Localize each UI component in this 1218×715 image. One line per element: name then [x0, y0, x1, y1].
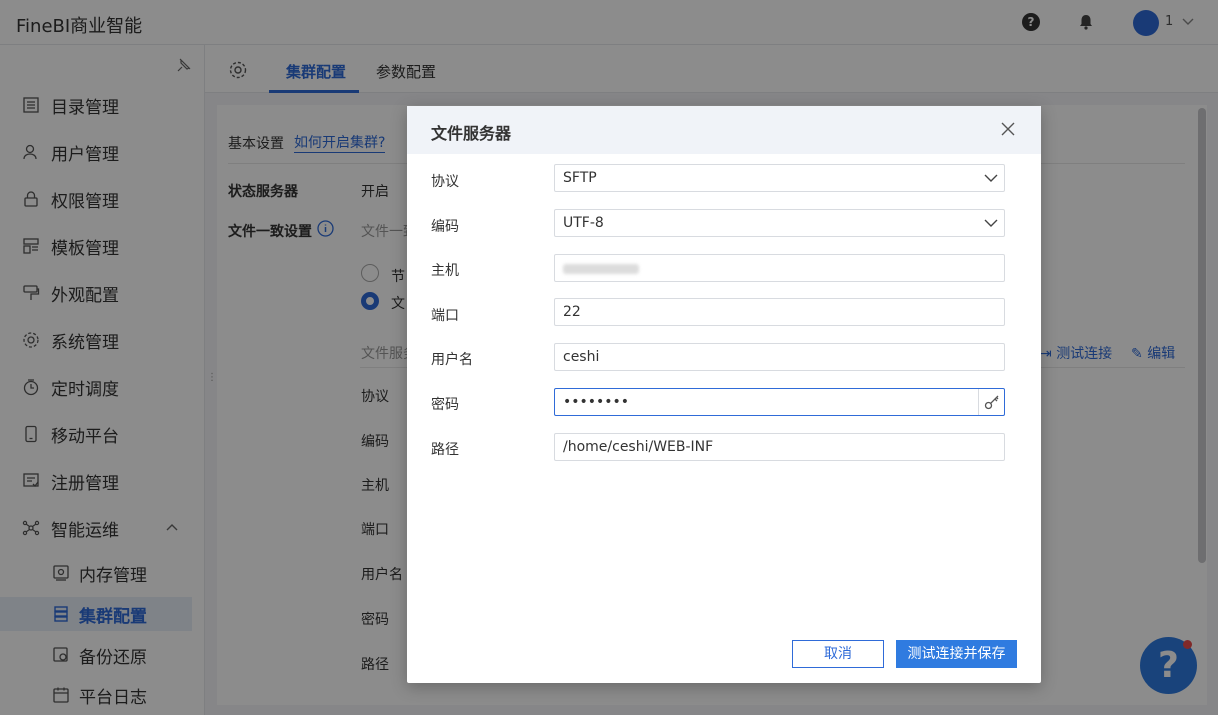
- password-input[interactable]: ••••••••: [554, 388, 1005, 416]
- path-value: /home/ceshi/WEB-INF: [563, 439, 714, 455]
- host-input[interactable]: [554, 254, 1005, 282]
- show-password-button[interactable]: [978, 389, 1004, 415]
- file-server-dialog: 文件服务器 协议 SFTP 编码 UTF-8 主机 端口 22 用户名 cesh…: [407, 106, 1041, 683]
- path-input[interactable]: /home/ceshi/WEB-INF: [554, 433, 1005, 461]
- password-label: 密码: [431, 397, 459, 413]
- path-label: 路径: [431, 442, 459, 458]
- close-icon[interactable]: [1000, 121, 1016, 137]
- username-input[interactable]: ceshi: [554, 343, 1005, 371]
- chevron-down-icon: [984, 219, 998, 227]
- host-value-redacted: [563, 264, 639, 274]
- dialog-title: 文件服务器: [431, 124, 512, 143]
- port-value: 22: [563, 304, 581, 320]
- encoding-select[interactable]: UTF-8: [554, 209, 1005, 237]
- host-label: 主机: [431, 263, 459, 279]
- chevron-down-icon: [984, 174, 998, 182]
- password-value: ••••••••: [563, 394, 630, 410]
- key-icon: [984, 395, 999, 410]
- encoding-value: UTF-8: [563, 215, 604, 231]
- dialog-header: 文件服务器: [407, 106, 1041, 154]
- protocol-value: SFTP: [563, 170, 597, 186]
- encoding-label: 编码: [431, 219, 459, 235]
- test-and-save-button[interactable]: 测试连接并保存: [896, 640, 1017, 668]
- port-label: 端口: [431, 308, 459, 324]
- username-value: ceshi: [563, 349, 600, 365]
- protocol-label: 协议: [431, 174, 459, 190]
- cancel-button[interactable]: 取消: [792, 640, 884, 668]
- protocol-select[interactable]: SFTP: [554, 164, 1005, 192]
- port-input[interactable]: 22: [554, 298, 1005, 326]
- username-label: 用户名: [431, 352, 473, 368]
